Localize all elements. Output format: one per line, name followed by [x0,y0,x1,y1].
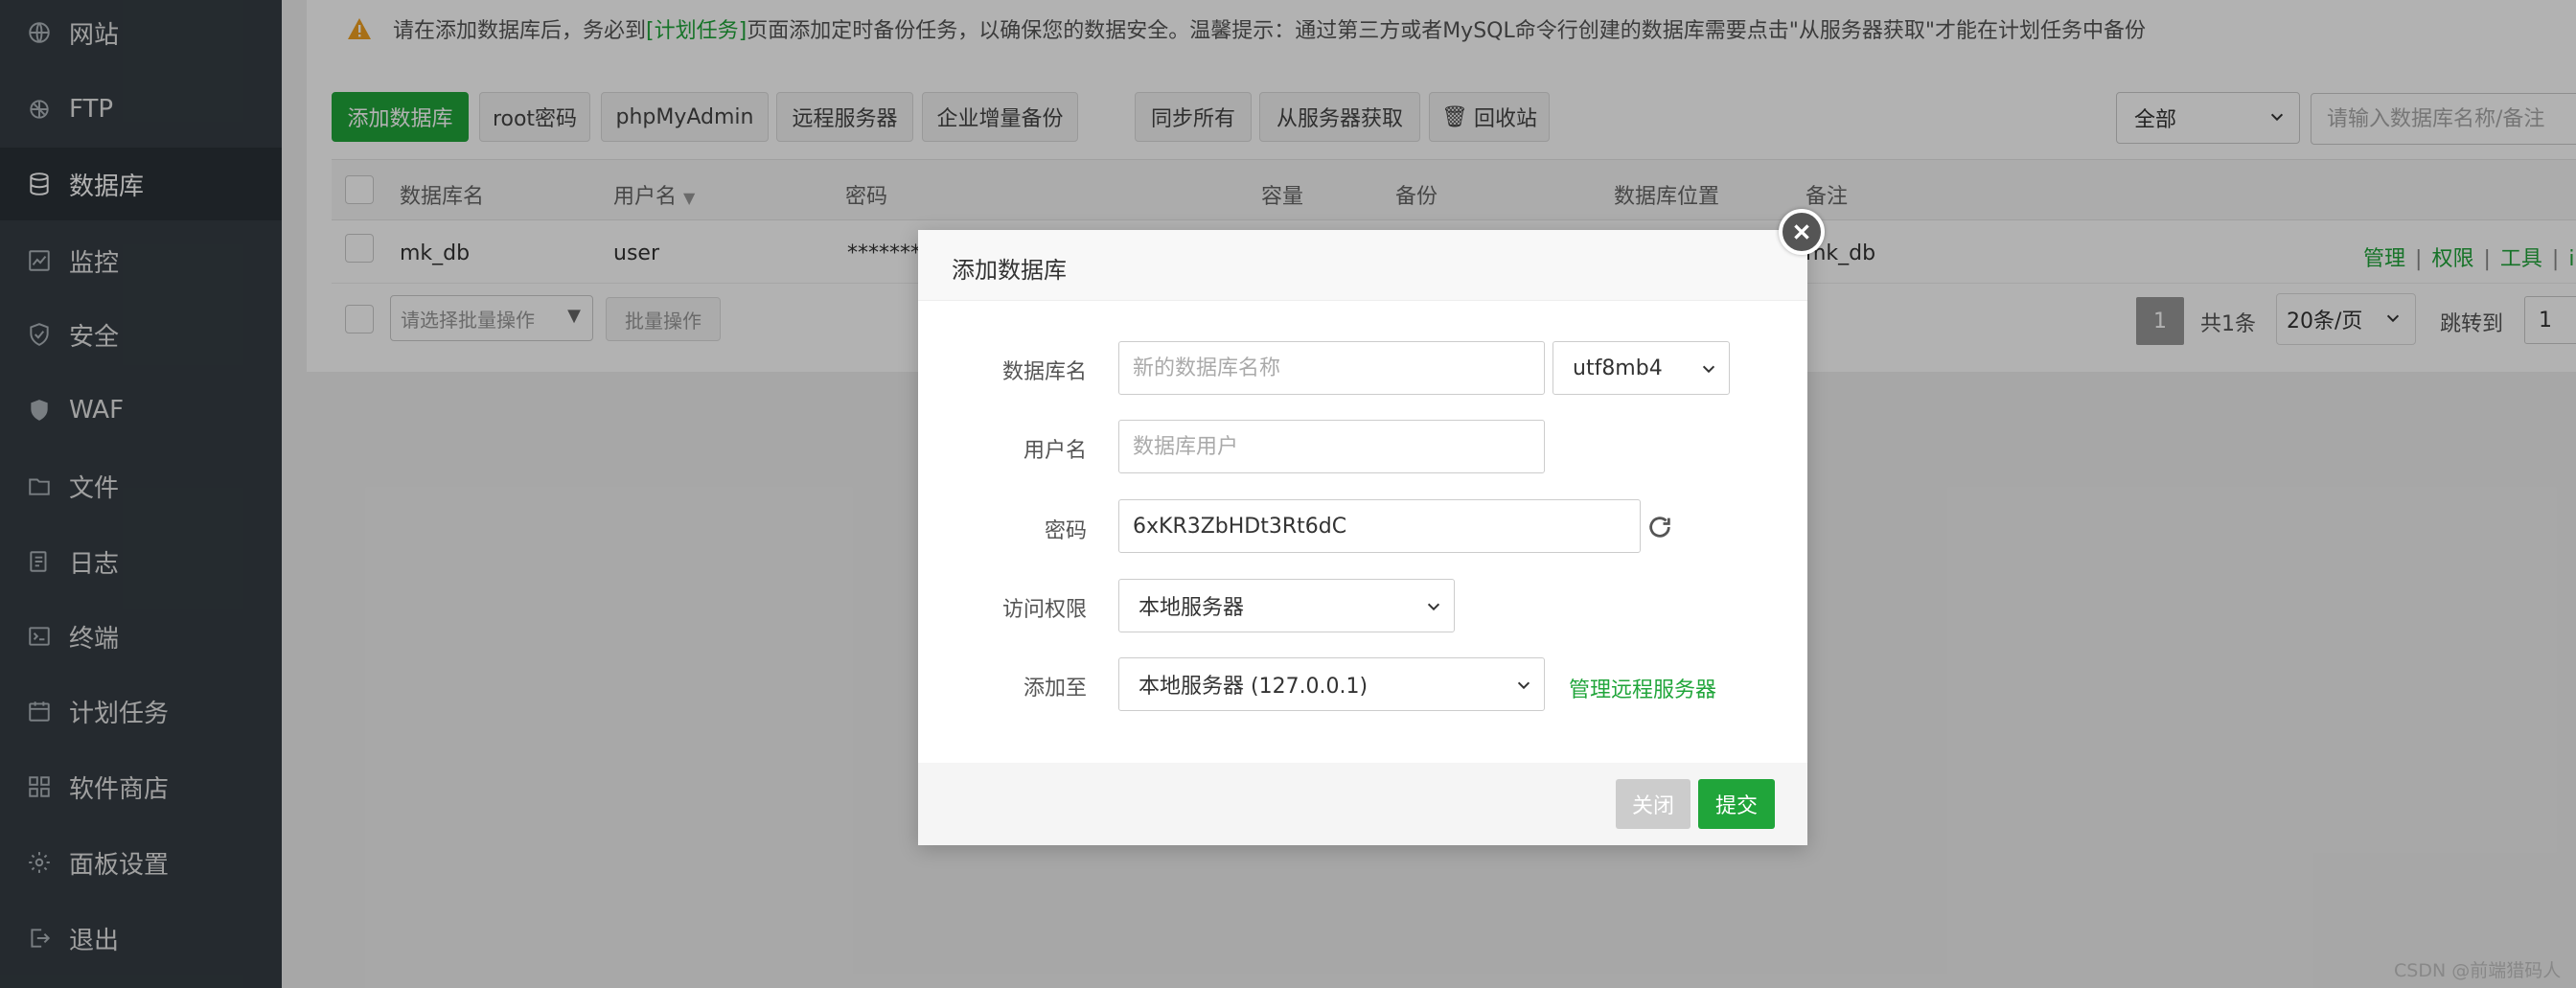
manage-remote-server-link[interactable]: 管理远程服务器 [1569,673,1716,703]
username-label: 用户名 [1023,439,1087,463]
add-to-select[interactable]: 本地服务器 (127.0.0.1) [1118,657,1545,711]
chevron-down-icon [1517,681,1530,690]
close-icon[interactable] [1779,209,1825,255]
password-label: 密码 [1044,519,1087,543]
username-input[interactable] [1118,420,1545,473]
db-name-input[interactable] [1118,341,1545,395]
close-button[interactable]: 关闭 [1616,779,1690,829]
add-to-value: 本地服务器 (127.0.0.1) [1138,675,1368,699]
access-label: 访问权限 [1001,598,1087,622]
submit-button[interactable]: 提交 [1698,779,1775,829]
access-value: 本地服务器 [1138,596,1245,620]
charset-select[interactable]: utf8mb4 [1552,341,1730,395]
chevron-down-icon [1427,603,1440,611]
watermark: CSDN @前端猎码人 [2394,960,2562,981]
add-to-label: 添加至 [1023,677,1087,701]
refresh-icon[interactable] [1646,514,1673,540]
dialog-title: 添加数据库 [918,230,1807,301]
charset-value: utf8mb4 [1573,356,1663,380]
chevron-down-icon [1702,365,1715,374]
access-select[interactable]: 本地服务器 [1118,579,1455,632]
password-input[interactable] [1118,499,1641,553]
db-name-label: 数据库名 [1001,360,1087,384]
